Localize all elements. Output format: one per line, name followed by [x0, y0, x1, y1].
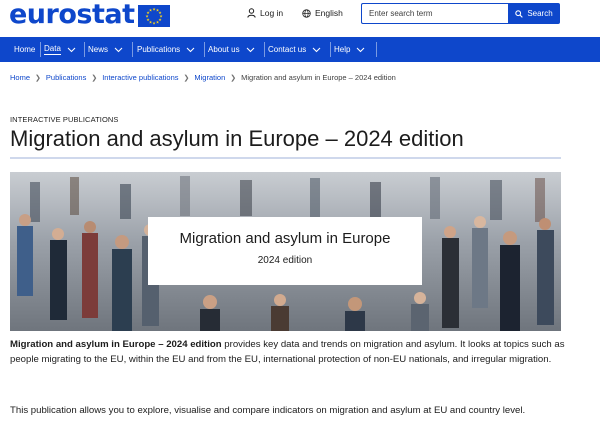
search-icon	[515, 9, 524, 18]
nav-item-publications[interactable]: Publications	[137, 37, 195, 62]
intro-lead: Migration and asylum in Europe – 2024 ed…	[10, 339, 222, 350]
chevron-down-icon	[312, 47, 321, 52]
logo-text: eurostat	[9, 0, 135, 30]
hero-subtitle: 2024 edition	[257, 255, 313, 266]
eu-flag-icon: ★ ★ ★ ★ ★ ★ ★ ★ ★ ★ ★ ★	[137, 5, 170, 27]
nav-label: Data	[44, 44, 61, 55]
page-title: Migration and asylum in Europe – 2024 ed…	[10, 126, 464, 151]
language-label: English	[315, 8, 343, 18]
hero-banner: Migration and asylum in Europe 2024 edit…	[10, 172, 561, 331]
chevron-right-icon: ❯	[183, 74, 190, 82]
nav-item-home[interactable]: Home	[14, 37, 35, 62]
nav-item-help[interactable]: Help	[334, 37, 365, 62]
breadcrumb-home[interactable]: Home	[10, 73, 30, 82]
user-icon	[247, 8, 256, 18]
intro-paragraph-2: This publication allows you to explore, …	[10, 405, 526, 416]
nav-label: Home	[14, 45, 36, 54]
chevron-right-icon: ❯	[35, 74, 41, 82]
hero-title-card: Migration and asylum in Europe 2024 edit…	[148, 217, 422, 285]
nav-divider	[84, 42, 85, 57]
login-link[interactable]: Log in	[247, 8, 283, 18]
nav-label: About us	[208, 45, 240, 54]
chevron-right-icon: ❯	[91, 74, 98, 82]
site-header: eurostat ★ ★ ★ ★ ★ ★ ★ ★ ★ ★ ★ ★ Log in …	[0, 0, 600, 37]
nav-item-data[interactable]: Data	[44, 37, 76, 62]
intro-paragraph: Migration and asylum in Europe – 2024 ed…	[10, 337, 570, 367]
search-button-label: Search	[527, 9, 553, 18]
nav-item-contact-us[interactable]: Contact us	[268, 37, 321, 62]
nav-divider	[132, 42, 133, 57]
search-form: Search	[361, 3, 560, 24]
chevron-down-icon	[67, 47, 76, 52]
breadcrumb-current: Migration and asylum in Europe – 2024 ed…	[241, 73, 396, 82]
title-divider	[10, 157, 561, 159]
nav-divider	[330, 42, 331, 57]
breadcrumb-migration[interactable]: Migration	[194, 73, 225, 82]
eurostat-logo[interactable]: eurostat ★ ★ ★ ★ ★ ★ ★ ★ ★ ★ ★ ★	[9, 0, 170, 30]
page-kicker: INTERACTIVE PUBLICATIONS	[10, 115, 119, 124]
chevron-right-icon: ❯	[230, 74, 237, 82]
nav-divider	[40, 42, 41, 57]
nav-label: Help	[334, 45, 351, 54]
svg-text:★: ★	[155, 20, 159, 25]
nav-label: News	[88, 45, 109, 54]
search-button[interactable]: Search	[508, 3, 560, 24]
hero-title: Migration and asylum in Europe	[179, 230, 391, 247]
main-navigation: Home Data News Publications About us Con…	[0, 37, 600, 62]
chevron-down-icon	[114, 47, 123, 52]
globe-icon	[302, 8, 311, 18]
breadcrumb-interactive-publications[interactable]: Interactive publications	[102, 73, 178, 82]
svg-text:★: ★	[148, 8, 152, 13]
login-label: Log in	[260, 8, 284, 18]
language-selector[interactable]: English	[302, 8, 343, 18]
nav-divider	[264, 42, 265, 57]
nav-label: Contact us	[268, 45, 307, 54]
chevron-down-icon	[186, 47, 195, 52]
breadcrumb-publications[interactable]: Publications	[46, 73, 86, 82]
nav-label: Publications	[137, 45, 181, 54]
breadcrumb: Home ❯ Publications ❯ Interactive public…	[10, 73, 396, 82]
chevron-down-icon	[246, 47, 254, 52]
nav-item-about-us[interactable]: About us	[208, 37, 255, 62]
nav-item-news[interactable]: News	[88, 37, 123, 62]
svg-text:★: ★	[152, 20, 156, 25]
nav-divider	[376, 42, 377, 57]
search-input[interactable]	[361, 3, 508, 24]
chevron-down-icon	[357, 47, 365, 52]
nav-divider	[204, 42, 205, 57]
